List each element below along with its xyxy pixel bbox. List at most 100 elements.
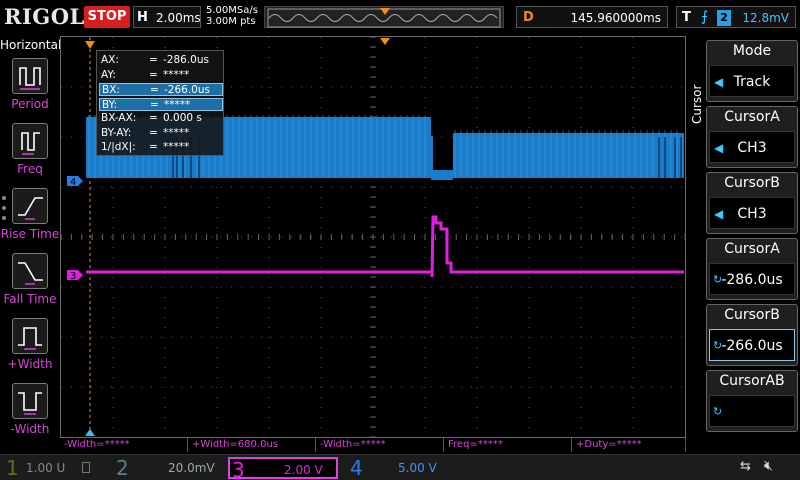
softkey-title: CursorAB bbox=[719, 373, 785, 389]
delay-label: D bbox=[523, 10, 534, 25]
channel-3-number: 3 bbox=[232, 458, 245, 480]
softkey-title: CursorA bbox=[724, 241, 780, 257]
readout-value: -266.0us bbox=[164, 84, 210, 96]
trigger-level: 12.8mV bbox=[742, 11, 789, 25]
readout-equals: = bbox=[149, 68, 158, 81]
readout-key: BY-AY: bbox=[101, 126, 132, 139]
ch3-waveform bbox=[86, 215, 684, 278]
cursor-readout-panel: AX: = -286.0us AY: = ***** BX: = -266.0us BY: = ***… bbox=[96, 50, 224, 156]
channel-1-status[interactable]: 1 1.00 U bbox=[4, 456, 108, 480]
readout-key: 1/|dX|: bbox=[101, 141, 136, 153]
measurement-item[interactable]: -Width=***** bbox=[60, 438, 188, 452]
fall-time-label: Fall Time bbox=[3, 292, 57, 306]
cursor-readout-row: BX: = -266.0us bbox=[99, 83, 223, 96]
readout-key: BX-AX: bbox=[101, 112, 137, 124]
timebase-box[interactable]: H 2.00ms bbox=[133, 6, 201, 28]
readout-value: -286.0us bbox=[163, 54, 209, 66]
channel-1-scale: 1.00 U bbox=[26, 461, 66, 475]
frequency-icon bbox=[12, 123, 48, 159]
knob-icon: ↻ bbox=[713, 339, 723, 352]
softkey-cursora-1[interactable]: CursorA ◀ CH3 bbox=[706, 106, 798, 168]
measurement-bar: -Width=***** +Width=680.0us -Width=***** Fr… bbox=[60, 438, 686, 452]
channel-4-number: 4 bbox=[350, 456, 363, 480]
rise-time-icon bbox=[12, 188, 48, 224]
left-menu-title: Horizontal bbox=[0, 38, 62, 52]
negative-width-label: -Width bbox=[10, 422, 50, 436]
softkey-value-text: -286.0us bbox=[721, 272, 783, 288]
readout-key: BY: bbox=[102, 98, 118, 111]
trigger-label: T bbox=[682, 10, 691, 25]
selector-arrow-icon: ◀ bbox=[714, 75, 724, 89]
readout-key: BX: bbox=[102, 84, 120, 96]
softkey-value: ◀ Track bbox=[709, 65, 795, 97]
trigger-position-icon bbox=[380, 8, 390, 15]
memory-waveform-preview bbox=[267, 8, 501, 28]
readout-value: ***** bbox=[163, 68, 190, 81]
channel-3-scale: 2.00 V bbox=[284, 463, 323, 477]
positive-width-label: +Width bbox=[7, 357, 53, 371]
measure-freq[interactable]: Freq bbox=[0, 123, 60, 187]
softkey-value-text: CH3 bbox=[737, 206, 767, 222]
knob-icon: ↻ bbox=[713, 273, 723, 286]
softkey-cursorb-2[interactable]: CursorB ◀ CH3 bbox=[706, 172, 798, 234]
freq-label: Freq bbox=[17, 162, 43, 176]
period-label: Period bbox=[11, 97, 49, 111]
softkey-value: ◀ CH3 bbox=[709, 197, 795, 229]
channel-2-status[interactable]: 2 20.0mV bbox=[114, 456, 222, 480]
memory-position-bar[interactable] bbox=[264, 6, 504, 28]
softkey-value: ↻ bbox=[709, 395, 795, 427]
negative-width-icon bbox=[12, 383, 48, 419]
trigger-position-marker bbox=[380, 38, 390, 45]
measure-negative-width[interactable]: -Width bbox=[0, 383, 60, 447]
measurement-item[interactable]: Freq=***** bbox=[444, 438, 572, 452]
rising-edge-icon: ⨍ bbox=[701, 9, 709, 25]
softkey-title: CursorB bbox=[724, 175, 780, 191]
softkey-cursorb-4[interactable]: CursorB ↻ -266.0us bbox=[706, 304, 798, 366]
measurement-item[interactable]: -Width=***** bbox=[316, 438, 444, 452]
channel-4-scale: 5.00 V bbox=[398, 461, 437, 475]
timebase-label: H bbox=[137, 10, 148, 25]
readout-equals: = bbox=[150, 84, 159, 96]
rigol-logo: RIGOL bbox=[4, 4, 85, 29]
softkey-value-text: Track bbox=[733, 74, 771, 90]
readout-value: ***** bbox=[164, 98, 191, 111]
softkey-mode-0[interactable]: Mode ◀ Track bbox=[706, 40, 798, 102]
cursor-menu: Cursor Mode ◀ Track CursorA ◀ CH3 CursorB ◀ CH3 C… bbox=[686, 36, 800, 454]
measurement-item[interactable]: +Duty=***** bbox=[572, 438, 686, 452]
channel-status-bar: 1 1.00 U 2 20.0mV 3 2.00 V 4 5.00 V ⇆ 🔇︎ bbox=[0, 454, 800, 480]
measure-fall-time[interactable]: Fall Time bbox=[0, 253, 60, 317]
fall-time-icon bbox=[12, 253, 48, 289]
timebase-value: 2.00ms bbox=[156, 11, 201, 25]
readout-equals: = bbox=[149, 126, 158, 139]
measure-positive-width[interactable]: +Width bbox=[0, 318, 60, 382]
softkey-value-text: CH3 bbox=[737, 140, 767, 156]
softkey-value-text: -266.0us bbox=[721, 338, 783, 354]
horizontal-measure-menu: Horizontal Period Freq Rise Time Fall Ti… bbox=[0, 36, 62, 447]
measure-rise-time[interactable]: Rise Time bbox=[0, 188, 60, 252]
cursor-readout-row: AY: = ***** bbox=[99, 69, 223, 82]
delay-box[interactable]: D 145.960000ms bbox=[516, 6, 668, 28]
rise-time-label: Rise Time bbox=[0, 227, 60, 241]
softkey-cursora-3[interactable]: CursorA ↻ -286.0us bbox=[706, 238, 798, 300]
run-stop-indicator[interactable]: STOP bbox=[84, 6, 130, 28]
softkey-title: CursorB bbox=[724, 307, 780, 323]
measure-period[interactable]: Period bbox=[0, 58, 60, 122]
softkey-cursorab-5[interactable]: CursorAB ↻ bbox=[706, 370, 798, 432]
ch3-marker: 3 bbox=[70, 271, 76, 282]
softkey-value: ◀ CH3 bbox=[709, 131, 795, 163]
delay-value: 145.960000ms bbox=[570, 11, 661, 25]
coupling-icon bbox=[82, 462, 90, 473]
readout-value: ***** bbox=[163, 141, 190, 153]
trigger-box[interactable]: T ⨍ 2 12.8mV bbox=[676, 6, 796, 28]
channel-4-status[interactable]: 4 5.00 V bbox=[348, 456, 448, 480]
readout-key: AX: bbox=[101, 54, 119, 66]
top-status-bar: RIGOL STOP H 2.00ms 5.00MSa/s 3.00M pts … bbox=[0, 0, 800, 36]
channel-3-status[interactable]: 3 2.00 V bbox=[228, 457, 338, 480]
channel-1-number: 1 bbox=[6, 456, 19, 480]
trigger-source: 2 bbox=[717, 10, 731, 26]
sample-rate: 5.00MSa/s bbox=[206, 5, 258, 16]
measurement-item[interactable]: +Width=680.0us bbox=[188, 438, 316, 452]
speaker-muted-icon[interactable]: 🔇︎ bbox=[764, 458, 773, 474]
channel-2-number: 2 bbox=[116, 456, 129, 480]
cursor-b-marker-icon bbox=[85, 429, 95, 436]
